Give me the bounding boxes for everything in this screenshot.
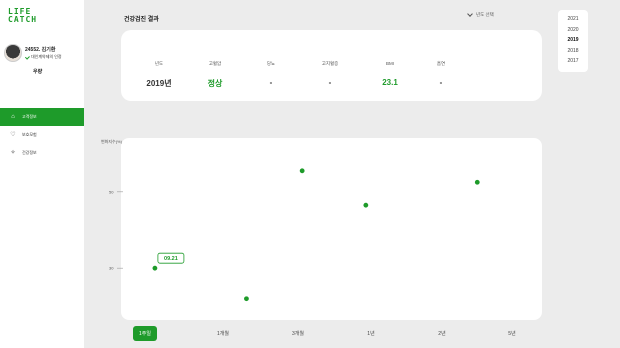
summary-col-smoking: 흡연 - — [411, 30, 471, 101]
range-tab-1[interactable]: 1개월 — [217, 326, 229, 341]
year-option-2021[interactable]: 2021 — [558, 14, 588, 25]
summary-head: 고혈압 — [208, 61, 222, 66]
year-select-label: 년도 선택 — [476, 12, 494, 17]
user-verify-status: 대인계약제의 인정 — [25, 54, 62, 60]
scatter-chart: 변화지수(%) 50 30 09.21 — [101, 138, 480, 302]
summary-col-diabetes: 당뇨 - — [241, 30, 301, 101]
data-point — [299, 168, 305, 174]
year-option-2017[interactable]: 2017 — [558, 56, 588, 67]
heart-icon: ♡ — [10, 132, 16, 138]
summary-value: - — [439, 78, 443, 87]
lifecatch-logo[interactable]: LIFE CATCH — [8, 8, 37, 24]
data-label: 09.21 — [164, 256, 178, 262]
year-select-dropdown[interactable]: 년도 선택 — [467, 11, 494, 18]
summary-head: 흡연 — [436, 61, 446, 66]
summary-head: 당뇨 — [266, 61, 276, 66]
health-trend-chart: 변화지수(%) 50 30 09.21 — [101, 138, 542, 320]
sidebar-nav: ⌂ 고객정보 ♡ 보호모험 ✧ 건강정보 — [0, 108, 84, 162]
y-tick-label: 50 — [109, 189, 114, 194]
range-tab-2[interactable]: 3개월 — [292, 326, 304, 341]
sidebar: LIFE CATCH 24552. 김기환 대인계약제의 인정 우량 ⌂ 고객정… — [0, 0, 84, 348]
chevron-down-icon — [467, 11, 473, 17]
check-icon — [25, 55, 29, 59]
logo-line-2: CATCH — [8, 15, 38, 24]
range-tab-4[interactable]: 2년 — [438, 326, 445, 341]
summary-head: 고지혈증 — [321, 61, 339, 66]
summary-col-year: 년도 2019년 — [129, 30, 189, 101]
range-tab-0[interactable]: 1주일 — [133, 326, 157, 341]
year-option-2020[interactable]: 2020 — [558, 25, 588, 36]
data-point — [474, 179, 480, 185]
health-summary-card: 년도 2019년 고혈압 정상 당뇨 - 고지혈증 - BMI 23.1 흡연 … — [121, 30, 542, 101]
user-name: 24552. 김기환 — [25, 47, 56, 53]
summary-head: 년도 — [154, 61, 164, 66]
data-point — [363, 202, 369, 208]
y-axis-label: 변화지수(%) — [101, 138, 123, 144]
year-option-list: 2021 2020 2019 2018 2017 — [558, 10, 588, 72]
summary-value: 정상 — [207, 79, 223, 88]
sidebar-item-customer-info[interactable]: ⌂ 고객정보 — [0, 108, 84, 126]
sidebar-item-insurance[interactable]: ♡ 보호모험 — [0, 126, 84, 144]
data-point — [244, 296, 249, 302]
range-tab-3[interactable]: 1년 — [367, 326, 374, 341]
summary-value: - — [328, 78, 332, 87]
year-option-2019[interactable]: 2019 — [558, 35, 588, 46]
y-tick-label: 30 — [109, 266, 114, 271]
user-verify-text: 대인계약제의 인정 — [31, 54, 62, 59]
sidebar-item-label: 건강정보 — [22, 150, 37, 155]
avatar — [4, 44, 22, 62]
sidebar-item-label: 고객정보 — [22, 114, 37, 119]
page-title: 건강검진 결과 — [124, 17, 159, 23]
range-tabs: 1주일 1개월 3개월 1년 2년 5년 — [121, 326, 542, 342]
user-grade: 우량 — [33, 69, 43, 75]
summary-value: - — [269, 78, 273, 87]
summary-col-hypertension: 고혈압 정상 — [185, 30, 245, 101]
sidebar-item-health-info[interactable]: ✧ 건강정보 — [0, 144, 84, 162]
year-option-2018[interactable]: 2018 — [558, 46, 588, 57]
home-icon: ⌂ — [11, 114, 15, 120]
summary-value: 2019년 — [146, 79, 172, 88]
health-icon: ✧ — [10, 150, 16, 156]
data-point — [152, 265, 158, 271]
sidebar-item-label: 보호모험 — [22, 132, 37, 137]
range-tab-5[interactable]: 5년 — [508, 326, 515, 341]
summary-col-hyperlipidemia: 고지혈증 - — [300, 30, 360, 101]
